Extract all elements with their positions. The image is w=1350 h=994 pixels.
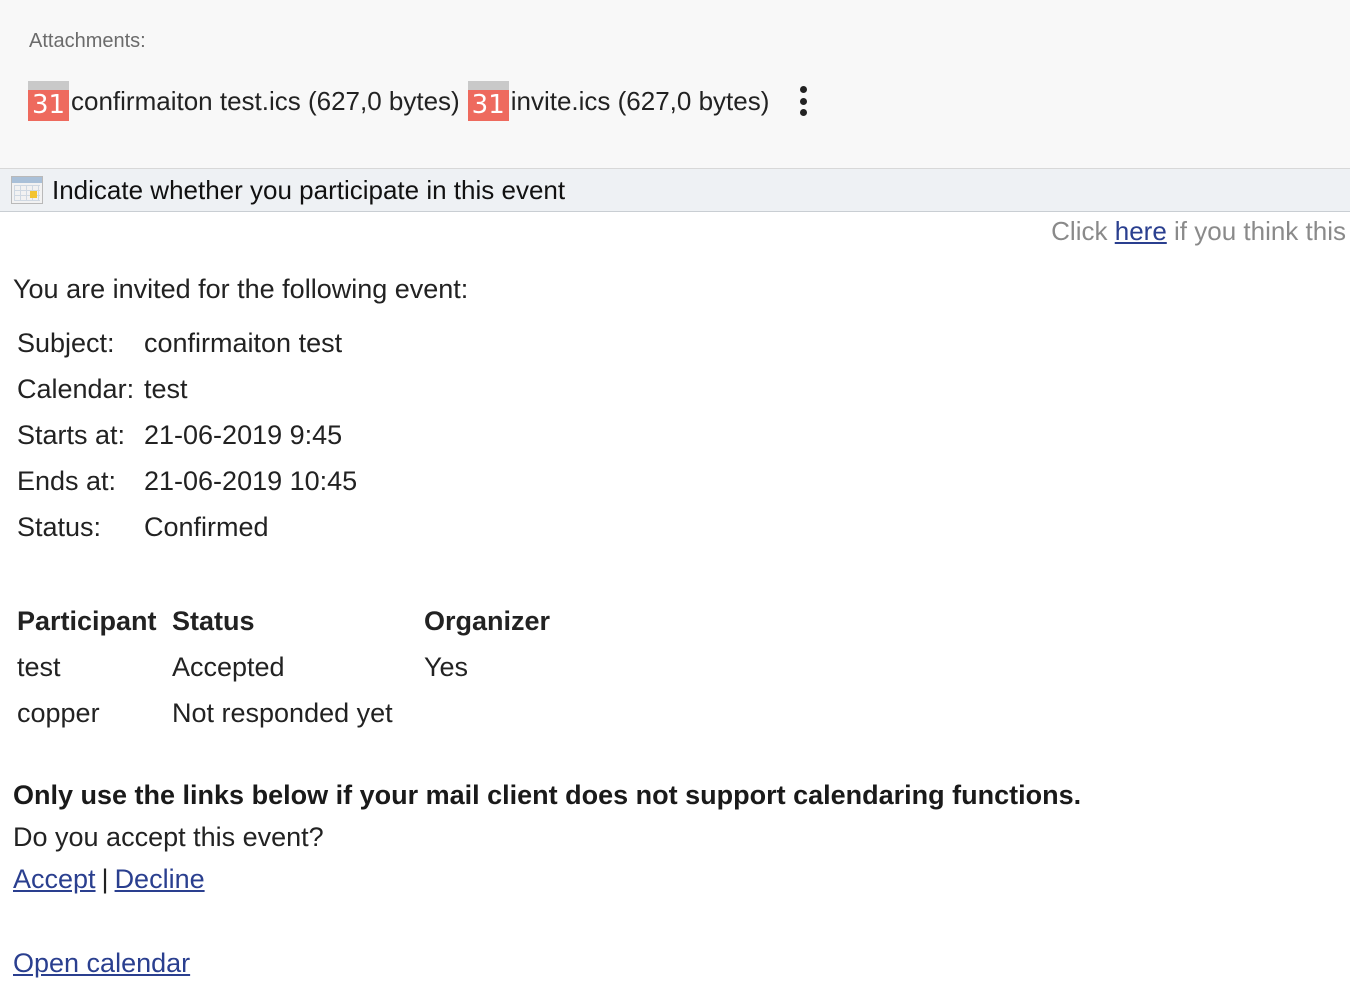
attachment-name[interactable]: invite.ics (627,0 bytes) — [511, 86, 770, 117]
accept-question: Do you accept this event? — [13, 822, 324, 852]
participant-name: test — [17, 651, 61, 682]
attachments-list: 31 confirmaiton test.ics (627,0 bytes) 3… — [28, 80, 809, 122]
ics-calendar-icon: 31 — [467, 81, 509, 121]
response-links: Accept | Decline — [13, 864, 205, 895]
detail-value: 21-06-2019 9:45 — [144, 419, 343, 450]
attachment-item[interactable]: 31 invite.ics (627,0 bytes) — [467, 81, 770, 121]
detail-value: 21-06-2019 10:45 — [144, 465, 358, 496]
open-calendar-row: Open calendar — [13, 948, 190, 979]
invite-intro: You are invited for the following event: — [13, 274, 469, 304]
participation-prompt: Indicate whether you participate in this… — [52, 174, 566, 205]
attachment-item[interactable]: 31 confirmaiton test.ics (627,0 bytes) — [28, 81, 460, 121]
link-separator: | — [101, 864, 109, 894]
ics-calendar-icon: 31 — [28, 81, 69, 121]
notice-suffix: if you think this — [1174, 216, 1346, 246]
detail-row: Status: Confirmed — [17, 504, 357, 550]
detail-label: Subject: — [17, 327, 115, 358]
detail-label: Status: — [17, 511, 102, 542]
detail-label: Ends at: — [17, 465, 117, 496]
column-header: Status — [172, 605, 255, 636]
participants-header: Participant Status Organizer — [17, 598, 584, 644]
calendar-icon — [11, 176, 43, 204]
decline-link[interactable]: Decline — [115, 864, 205, 894]
participant-name: copper — [17, 697, 100, 728]
detail-value: test — [144, 373, 188, 404]
participants-table: Participant Status Organizer test Accept… — [17, 598, 584, 736]
client-warning: Only use the links below if your mail cl… — [13, 780, 1082, 810]
event-details: Subject: confirmaiton test Calendar: tes… — [17, 320, 357, 550]
notice-prefix: Click — [1051, 216, 1108, 246]
accept-link[interactable]: Accept — [13, 864, 96, 894]
ics-icon-day: 31 — [28, 90, 69, 121]
detail-label: Starts at: — [17, 419, 126, 450]
notice-here-link[interactable]: here — [1115, 216, 1167, 246]
notice-line: Click here if you think this — [1051, 216, 1346, 247]
detail-value: Confirmed — [144, 511, 269, 542]
detail-row: Ends at: 21-06-2019 10:45 — [17, 458, 357, 504]
detail-row: Subject: confirmaiton test — [17, 320, 357, 366]
detail-row: Starts at: 21-06-2019 9:45 — [17, 412, 357, 458]
participant-organizer: Yes — [424, 651, 469, 682]
detail-label: Calendar: — [17, 373, 135, 404]
ics-icon-day: 31 — [467, 90, 509, 121]
column-header: Organizer — [424, 605, 551, 636]
participant-organizer — [424, 690, 584, 736]
detail-value: confirmaiton test — [144, 327, 343, 358]
attachments-panel: Attachments: 31 confirmaiton test.ics (6… — [0, 0, 1350, 169]
participation-bar[interactable]: Indicate whether you participate in this… — [0, 169, 1350, 212]
table-row: copper Not responded yet — [17, 690, 584, 736]
participant-status: Not responded yet — [172, 697, 393, 728]
detail-row: Calendar: test — [17, 366, 357, 412]
open-calendar-link[interactable]: Open calendar — [13, 948, 190, 978]
column-header: Participant — [17, 605, 157, 636]
participant-status: Accepted — [172, 651, 285, 682]
more-options-icon[interactable] — [797, 86, 809, 116]
attachment-name[interactable]: confirmaiton test.ics (627,0 bytes) — [71, 86, 460, 117]
table-row: test Accepted Yes — [17, 644, 584, 690]
attachments-label: Attachments: — [29, 30, 146, 52]
